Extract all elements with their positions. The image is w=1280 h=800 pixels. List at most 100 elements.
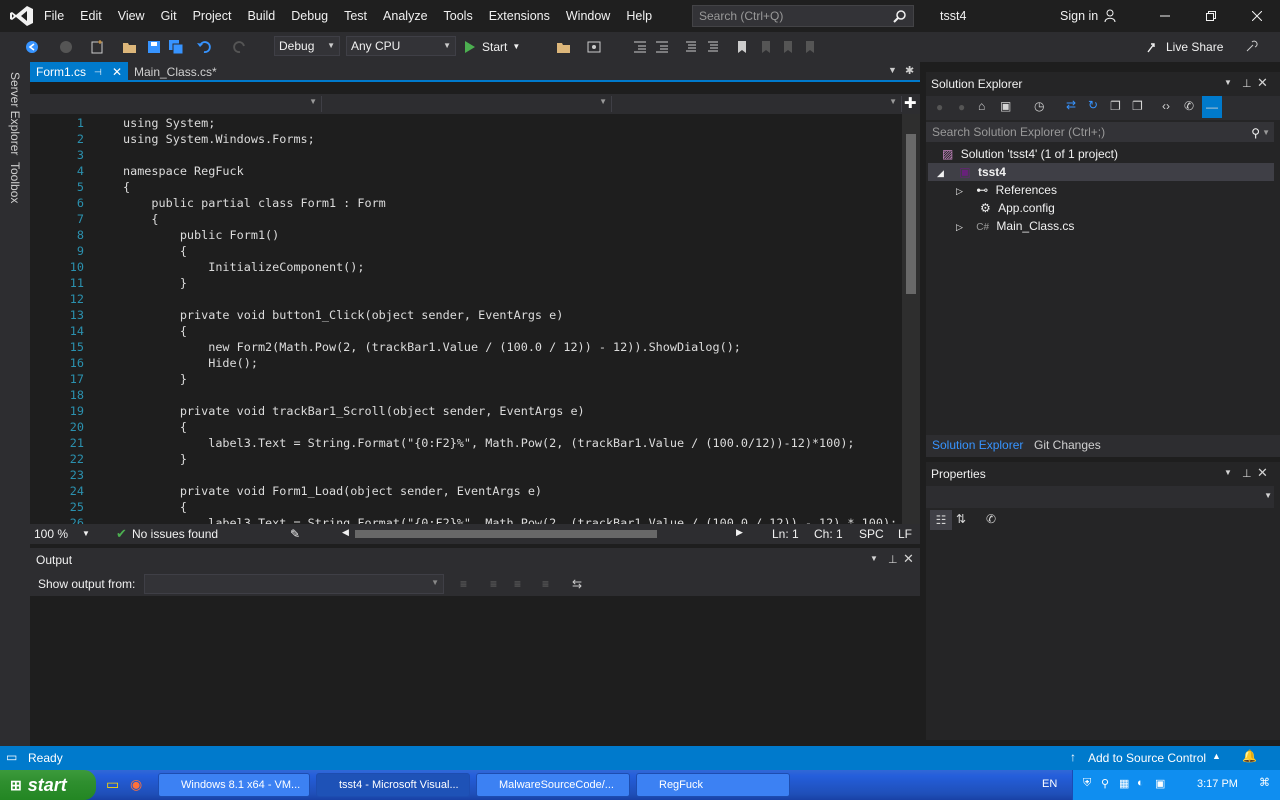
collapse-all-icon[interactable]: ❐: [1110, 99, 1121, 113]
brush-icon[interactable]: ✎: [290, 527, 300, 541]
output-source-dropdown[interactable]: ▼: [144, 574, 444, 594]
toolbox-tab[interactable]: Toolbox: [8, 162, 22, 203]
home-icon[interactable]: ⌂: [978, 99, 985, 113]
feedback-icon[interactable]: [1244, 39, 1260, 55]
chevron-down-icon[interactable]: ▼: [1224, 468, 1232, 477]
property-pages-icon[interactable]: ✆: [986, 512, 996, 526]
pin-icon[interactable]: ⊥: [1242, 467, 1252, 480]
solution-configuration-dropdown[interactable]: Debug ▼: [274, 36, 340, 56]
search-input[interactable]: Search (Ctrl+Q): [692, 5, 914, 27]
menu-analyze[interactable]: Analyze: [375, 0, 435, 32]
open-file-icon[interactable]: [122, 39, 138, 55]
whitespace-indicator[interactable]: SPC: [859, 527, 884, 541]
outdent-icon[interactable]: [632, 39, 648, 55]
menu-debug[interactable]: Debug: [283, 0, 336, 32]
save-icon[interactable]: [146, 39, 162, 55]
indent-icon[interactable]: [654, 39, 670, 55]
clear-all-icon[interactable]: ≡: [542, 577, 549, 591]
previous-message-icon[interactable]: ≡: [490, 577, 497, 591]
menu-view[interactable]: View: [110, 0, 153, 32]
new-project-icon[interactable]: [90, 39, 106, 55]
find-message-icon[interactable]: ≡: [460, 577, 467, 591]
scroll-left-icon[interactable]: ◀: [342, 527, 349, 538]
horizontal-scrollbar-thumb[interactable]: [355, 530, 657, 538]
tab-overflow-icon[interactable]: ▼: [888, 65, 897, 75]
notifications-bell-icon[interactable]: 🔔: [1242, 749, 1257, 763]
tree-solution[interactable]: ▨ Solution 'tsst4' (1 of 1 project): [942, 145, 1118, 163]
folder-icon[interactable]: [556, 39, 572, 55]
line-ending-indicator[interactable]: LF: [898, 527, 912, 541]
sync-icon[interactable]: ⇄: [1066, 98, 1076, 112]
screenshot-icon[interactable]: [586, 39, 602, 55]
clock[interactable]: 3:17 PM: [1197, 778, 1238, 790]
tab-solution-explorer[interactable]: Solution Explorer: [932, 438, 1023, 452]
comment-icon[interactable]: [682, 39, 698, 55]
word-wrap-icon[interactable]: ⇆: [572, 577, 582, 591]
task-visual-studio[interactable]: tsst4 - Microsoft Visual...: [316, 773, 470, 797]
start-button[interactable]: ⊞ start: [0, 770, 96, 800]
solution-search-input[interactable]: Search Solution Explorer (Ctrl+;) ⚲ ▼: [926, 122, 1274, 142]
preview-selected-icon[interactable]: —: [1202, 96, 1222, 118]
tray-app-icon[interactable]: ▣: [1155, 777, 1165, 790]
solution-platform-dropdown[interactable]: Any CPU ▼: [346, 36, 456, 56]
alphabetical-icon[interactable]: ⇅: [956, 512, 966, 526]
menu-git[interactable]: Git: [153, 0, 185, 32]
zoom-dropdown[interactable]: 100 %: [34, 527, 68, 541]
clear-bookmarks-icon[interactable]: [802, 39, 818, 55]
type-dropdown[interactable]: ▼: [322, 96, 612, 112]
menu-file[interactable]: File: [36, 0, 72, 32]
pin-icon[interactable]: ⊥: [888, 553, 898, 566]
menu-edit[interactable]: Edit: [72, 0, 110, 32]
pin-icon[interactable]: ⊥: [1242, 77, 1252, 90]
tray-search-icon[interactable]: ⚲: [1101, 777, 1109, 790]
issues-status[interactable]: No issues found: [132, 527, 218, 541]
start-debugging-button[interactable]: Start ▼: [464, 32, 520, 62]
redo-icon[interactable]: [232, 39, 248, 55]
close-icon[interactable]: ✕: [1257, 75, 1268, 91]
categorized-icon[interactable]: ☷: [930, 510, 952, 530]
forward-nav-icon[interactable]: [58, 39, 74, 55]
explorer-quicklaunch-icon[interactable]: ▭: [106, 776, 119, 793]
sign-in-button[interactable]: Sign in: [1060, 0, 1118, 32]
forward-icon[interactable]: ●: [958, 100, 965, 114]
scrollbar-thumb[interactable]: [906, 134, 916, 294]
live-share-button[interactable]: Live Share: [1146, 32, 1223, 62]
menu-project[interactable]: Project: [185, 0, 240, 32]
add-to-source-control-button[interactable]: Add to Source Control: [1088, 751, 1206, 765]
close-icon[interactable]: ✕: [1257, 465, 1268, 481]
bookmark-icon[interactable]: [734, 39, 750, 55]
next-bookmark-icon[interactable]: [780, 39, 796, 55]
prev-bookmark-icon[interactable]: [758, 39, 774, 55]
pin-icon[interactable]: ⊣: [94, 62, 102, 82]
tray-shield-icon[interactable]: ⛨: [1083, 777, 1091, 790]
tree-references[interactable]: ▷ ⊷ References: [956, 181, 1057, 199]
language-indicator[interactable]: EN: [1042, 778, 1057, 790]
refresh-icon[interactable]: ↻: [1088, 98, 1098, 112]
tray-volume-icon[interactable]: ◐: [1137, 777, 1144, 789]
close-icon[interactable]: ✕: [903, 551, 914, 567]
task-browser[interactable]: MalwareSourceCode/...: [476, 773, 630, 797]
save-all-icon[interactable]: [168, 39, 184, 55]
uncomment-icon[interactable]: [704, 39, 720, 55]
back-nav-icon[interactable]: [24, 39, 40, 55]
pending-changes-icon[interactable]: ◷: [1034, 99, 1044, 113]
char-indicator[interactable]: Ch: 1: [814, 527, 843, 541]
minimize-button[interactable]: [1142, 0, 1188, 32]
close-window-button[interactable]: [1234, 0, 1280, 32]
chevron-down-icon[interactable]: ▼: [870, 554, 878, 563]
project-dropdown[interactable]: ▼: [30, 96, 322, 112]
back-icon[interactable]: ●: [936, 100, 943, 114]
tab-form1[interactable]: Form1.cs ⊣ ✕: [30, 62, 128, 82]
menu-tools[interactable]: Tools: [436, 0, 481, 32]
undo-icon[interactable]: [196, 39, 212, 55]
tree-app-config[interactable]: ⚙ App.config: [980, 199, 1055, 217]
menu-build[interactable]: Build: [239, 0, 283, 32]
menu-window[interactable]: Window: [558, 0, 618, 32]
code-editor[interactable]: 1 using System; 2 using System.Windows.For…: [48, 114, 900, 524]
switch-views-icon[interactable]: ▣: [1000, 99, 1011, 113]
chevron-down-icon[interactable]: ▼: [1224, 78, 1232, 87]
task-vm[interactable]: Windows 8.1 x64 - VM...: [158, 773, 310, 797]
menu-help[interactable]: Help: [618, 0, 660, 32]
tree-main-class[interactable]: ▷ C# Main_Class.cs: [956, 217, 1074, 235]
tree-project[interactable]: ◢ ▣ tsst4: [928, 163, 1274, 181]
